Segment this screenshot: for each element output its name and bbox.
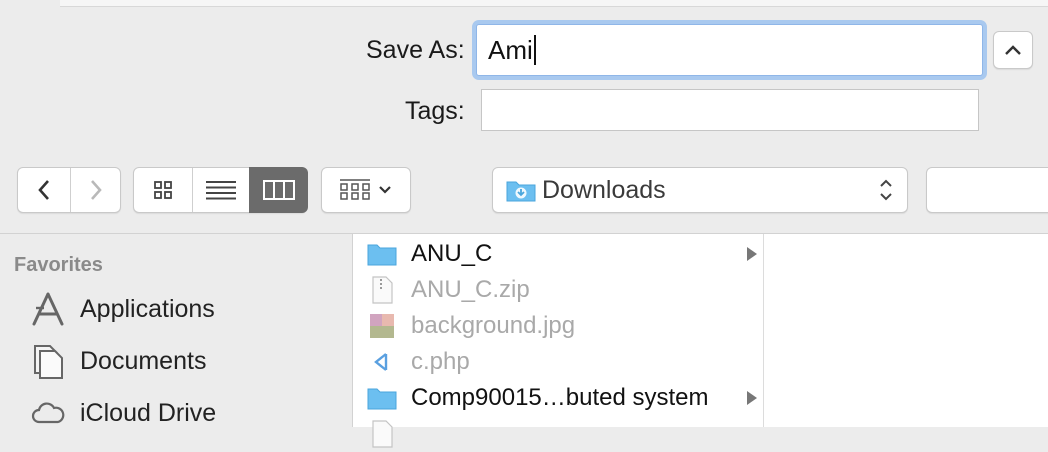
zip-file-icon xyxy=(372,276,393,304)
file-row-c-php[interactable]: c.php xyxy=(367,344,763,380)
documents-icon xyxy=(34,345,63,379)
chevron-left-icon xyxy=(38,180,49,200)
chevron-down-icon xyxy=(379,186,391,194)
downloads-folder-icon xyxy=(506,181,536,202)
tags-input[interactable] xyxy=(481,89,979,131)
arrange-grid-icon xyxy=(340,179,370,200)
sidebar: Favorites Applications Documents iCloud … xyxy=(0,233,352,427)
forward-button[interactable] xyxy=(71,168,121,212)
vscode-file-icon xyxy=(374,353,388,371)
sidebar-item-icloud-drive[interactable]: iCloud Drive xyxy=(30,393,216,433)
applications-icon xyxy=(32,292,64,326)
sidebar-item-documents[interactable]: Documents xyxy=(30,341,206,381)
save-as-input[interactable]: Ami xyxy=(476,24,983,76)
location-label: Downloads xyxy=(542,175,666,204)
text-caret xyxy=(533,35,536,65)
navigation-buttons xyxy=(17,167,121,213)
disclosure-arrow-icon xyxy=(747,391,757,405)
sidebar-item-label: Documents xyxy=(80,346,207,375)
file-row-background-jpg[interactable]: background.jpg xyxy=(367,308,763,344)
icon-view-icon xyxy=(154,181,172,199)
save-as-value: Ami xyxy=(488,35,533,65)
chevron-right-icon xyxy=(91,180,102,200)
list-view-icon xyxy=(205,181,236,200)
sidebar-header-favorites: Favorites xyxy=(14,254,103,276)
file-row-partial[interactable] xyxy=(367,416,763,452)
view-mode-control xyxy=(133,167,308,213)
sidebar-item-label: iCloud Drive xyxy=(80,398,217,427)
up-down-arrows-icon xyxy=(880,179,892,201)
window-top-edge xyxy=(60,0,1048,7)
icon-view-button[interactable] xyxy=(134,168,192,212)
location-popup[interactable]: Downloads xyxy=(492,167,908,213)
save-as-label: Save As: xyxy=(366,36,465,64)
list-view-button[interactable] xyxy=(193,168,248,212)
column-view-icon xyxy=(262,180,295,200)
chevron-up-icon xyxy=(1005,45,1021,55)
image-file-icon xyxy=(370,314,394,338)
file-row-anu-c-zip[interactable]: ANU_C.zip xyxy=(367,272,763,308)
file-browser: ANU_C ANU_C.zip background.jpg c.php Com… xyxy=(352,233,1048,448)
column-view-button[interactable] xyxy=(249,167,308,213)
back-button[interactable] xyxy=(18,168,70,212)
sidebar-item-applications[interactable]: Applications xyxy=(30,289,215,329)
tags-label: Tags: xyxy=(405,97,465,125)
document-file-icon xyxy=(372,420,393,448)
disclosure-arrow-icon xyxy=(747,247,757,261)
file-row-anu-c[interactable]: ANU_C xyxy=(367,236,763,272)
arrange-button[interactable] xyxy=(321,167,411,213)
sidebar-item-label: Applications xyxy=(80,294,215,323)
folder-icon xyxy=(367,388,397,410)
file-row-comp90015[interactable]: Comp90015…buted system xyxy=(367,380,763,416)
search-field[interactable] xyxy=(926,167,1048,213)
collapse-button[interactable] xyxy=(993,31,1033,69)
folder-icon xyxy=(367,244,397,266)
